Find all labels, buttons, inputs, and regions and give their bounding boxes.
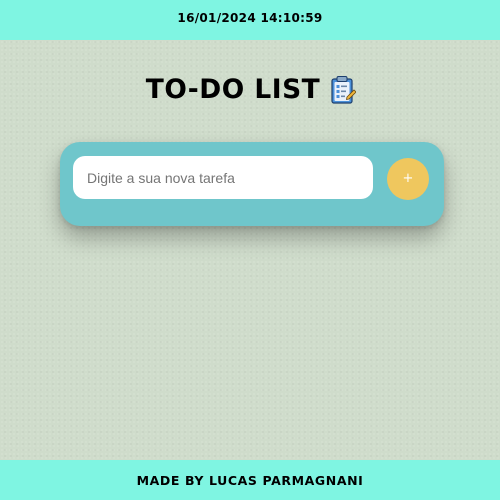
clipboard-icon [330,75,357,105]
datetime-display: 16/01/2024 14:10:59 [177,11,323,25]
add-task-button[interactable]: + [387,158,429,200]
page-title: TO-DO LIST [145,74,321,105]
footer-credits: MADE BY LUCAS PARMAGNANI [136,472,364,488]
new-task-input[interactable] [73,156,373,199]
top-bar: 16/01/2024 14:10:59 [0,0,500,40]
title-row: TO-DO LIST [0,72,500,108]
new-task-panel: + [60,142,444,226]
footer-bar: MADE BY LUCAS PARMAGNANI [0,460,500,500]
